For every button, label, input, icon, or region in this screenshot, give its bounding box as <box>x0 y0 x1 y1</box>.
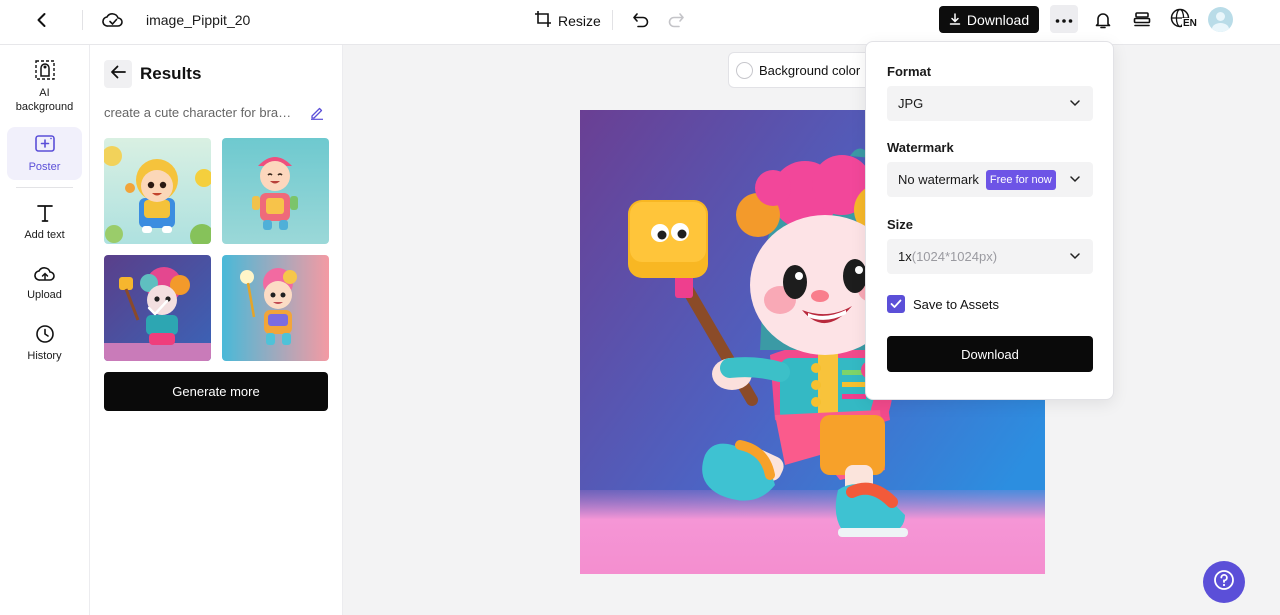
watermark-select[interactable]: No watermark Free for now <box>887 162 1093 197</box>
chevron-down-icon <box>1069 97 1081 112</box>
top-bar: image_Pippit_20 Resize Download EN <box>0 0 1280 45</box>
poster-icon <box>34 134 56 157</box>
results-panel: Results create a cute character for bran… <box>90 45 343 615</box>
edit-pencil-icon[interactable] <box>310 106 324 125</box>
save-to-assets-label: Save to Assets <box>913 296 999 312</box>
nav-label: Add text <box>24 229 65 241</box>
download-settings-popup: Format JPG Watermark No watermark Free f… <box>865 41 1114 400</box>
upload-cloud-icon <box>33 264 56 287</box>
watermark-label: Watermark <box>887 140 954 155</box>
format-select[interactable]: JPG <box>887 86 1093 121</box>
cloud-save-icon[interactable] <box>99 6 127 34</box>
clock-icon <box>35 324 55 347</box>
color-swatch <box>736 61 753 79</box>
language-switcher[interactable]: EN <box>1170 8 1198 35</box>
ai-background-icon <box>34 59 56 84</box>
save-to-assets-row[interactable]: Save to Assets <box>887 295 999 313</box>
language-code: EN <box>1182 18 1198 29</box>
left-toolbar: AI background Poster Add text Upload His… <box>0 45 90 615</box>
nav-poster[interactable]: Poster <box>7 127 82 180</box>
nav-label: History <box>27 350 62 362</box>
format-label: Format <box>887 64 932 79</box>
format-value: JPG <box>898 96 924 111</box>
undo-icon[interactable] <box>627 6 655 34</box>
redo-icon[interactable] <box>662 6 690 34</box>
nav-add-text[interactable]: Add text <box>7 203 82 243</box>
text-icon <box>35 203 55 226</box>
arrow-left-icon <box>110 65 126 84</box>
size-select[interactable]: 1x (1024*1024px) <box>887 239 1093 274</box>
chevron-down-icon <box>1069 173 1081 188</box>
popup-download-button[interactable]: Download <box>887 336 1093 372</box>
back-chevron-icon[interactable] <box>28 6 56 34</box>
nav-label: AI background <box>15 87 74 113</box>
help-button[interactable] <box>1203 561 1245 603</box>
results-back-button[interactable] <box>104 60 132 88</box>
results-title: Results <box>140 64 202 83</box>
save-to-assets-checkbox[interactable] <box>887 295 905 313</box>
result-thumbnail-4[interactable] <box>222 255 329 361</box>
question-icon <box>1213 569 1235 596</box>
nav-label: Poster <box>28 161 61 173</box>
ellipsis-icon <box>1055 10 1073 28</box>
size-label: Size <box>887 217 914 232</box>
result-thumbnail-3-selected[interactable] <box>104 255 211 361</box>
nav-history[interactable]: History <box>7 324 82 364</box>
watermark-value: No watermark <box>898 172 979 187</box>
download-icon <box>949 12 961 28</box>
resize-icon <box>534 10 552 31</box>
download-button[interactable]: Download <box>939 6 1039 33</box>
background-color-label: Background color <box>759 62 861 78</box>
prompt-text[interactable]: create a cute character for bran... <box>104 105 294 120</box>
resize-label: Resize <box>558 12 601 29</box>
checkmark-icon <box>147 299 169 316</box>
result-thumbnail-1[interactable] <box>104 138 211 244</box>
bell-icon[interactable] <box>1089 6 1117 34</box>
file-name[interactable]: image_Pippit_20 <box>146 12 250 28</box>
background-color-control[interactable]: Background color <box>728 52 878 88</box>
result-thumbnail-2[interactable] <box>222 138 329 244</box>
resize-button[interactable]: Resize <box>534 10 601 31</box>
nav-upload[interactable]: Upload <box>7 264 82 304</box>
avatar[interactable] <box>1208 7 1233 32</box>
free-badge: Free for now <box>985 169 1056 190</box>
layers-icon[interactable] <box>1128 6 1156 34</box>
nav-label: Upload <box>27 289 62 301</box>
size-detail: (1024*1024px) <box>911 249 998 264</box>
chevron-down-icon <box>1069 250 1081 265</box>
nav-ai-background[interactable]: AI background <box>7 59 82 119</box>
generate-more-button[interactable]: Generate more <box>104 372 328 411</box>
size-value: 1x <box>898 249 912 264</box>
more-options-button[interactable] <box>1050 5 1078 33</box>
download-label: Download <box>966 11 1030 28</box>
